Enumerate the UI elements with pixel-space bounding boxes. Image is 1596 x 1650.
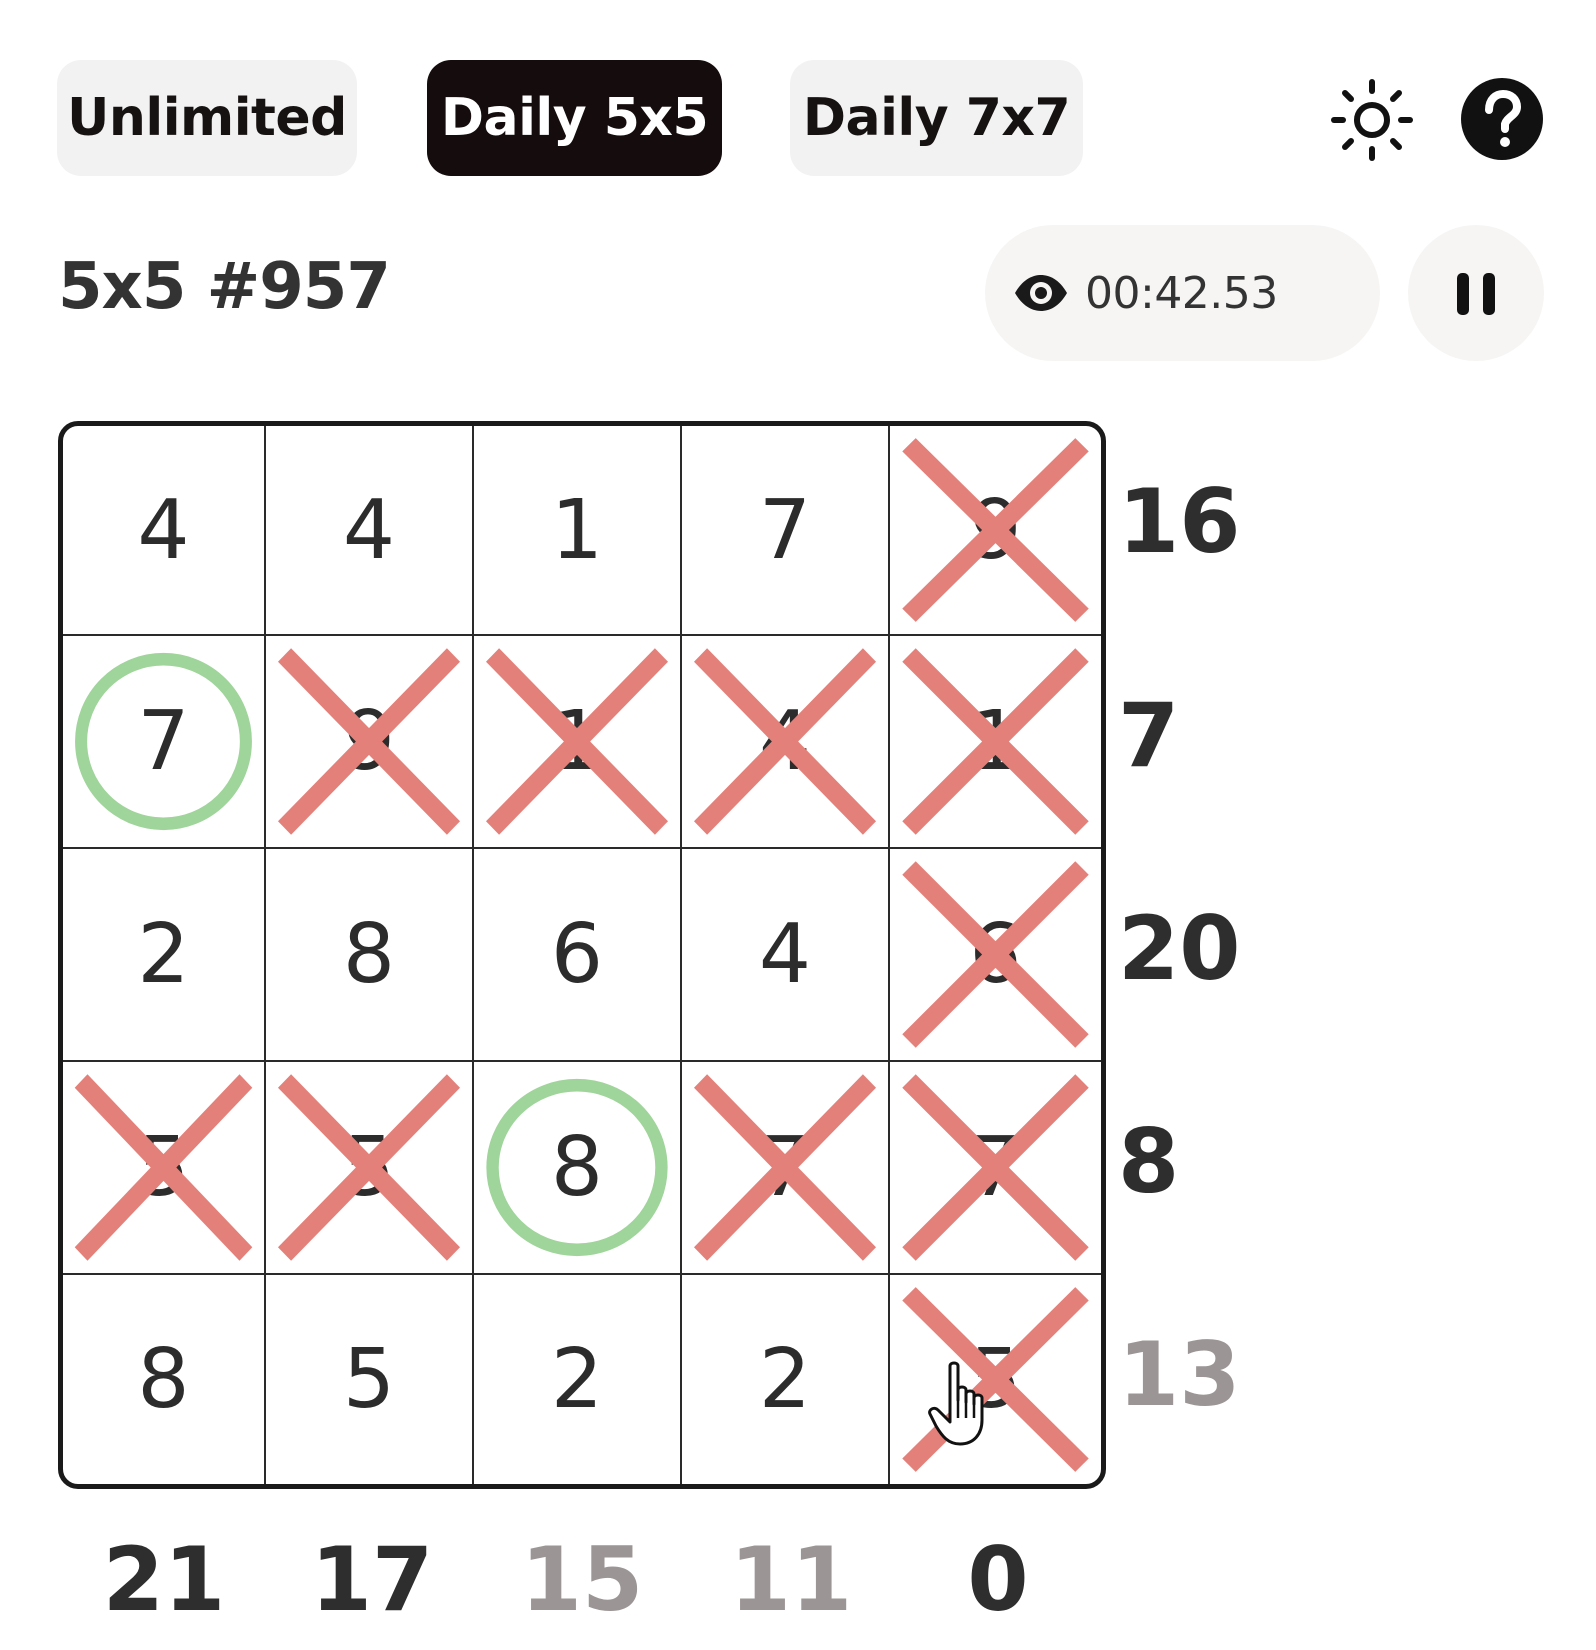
cell-number: 8 xyxy=(137,1332,190,1427)
grid-cell[interactable]: 1 xyxy=(890,636,1101,849)
column-sum: 17 xyxy=(310,1528,434,1631)
timer-value: 00:42.53 xyxy=(1085,267,1278,319)
grid-cell[interactable]: 1 xyxy=(474,426,682,636)
grid-cell[interactable]: 2 xyxy=(63,849,266,1062)
cell-number: 4 xyxy=(758,907,812,1002)
cell-number: 7 xyxy=(758,1120,812,1215)
tab-daily-5x5[interactable]: Daily 5x5 xyxy=(427,60,722,176)
grid-cell[interactable]: 7 xyxy=(63,636,266,849)
cell-number: 7 xyxy=(137,694,190,789)
row-sum: 8 xyxy=(1118,1110,1180,1213)
grid-cell[interactable]: 7 xyxy=(890,1062,1101,1275)
grid-cell[interactable]: 4 xyxy=(63,426,266,636)
grid-cell[interactable]: 4 xyxy=(266,426,474,636)
cell-number: 4 xyxy=(342,482,396,578)
sun-icon xyxy=(1331,79,1413,161)
grid-cell[interactable]: 9 xyxy=(890,426,1101,636)
cell-number: 9 xyxy=(969,482,1022,578)
cell-number: 8 xyxy=(550,1120,604,1215)
pause-button[interactable] xyxy=(1408,225,1544,361)
column-sum: 0 xyxy=(967,1528,1029,1631)
cell-number: 2 xyxy=(758,1332,812,1427)
cell-number: 5 xyxy=(342,1332,396,1427)
grid-cell[interactable]: 5 xyxy=(266,1275,474,1484)
grid-cell[interactable]: 5 xyxy=(63,1062,266,1275)
grid-cell[interactable]: 8 xyxy=(266,849,474,1062)
row-sum: 7 xyxy=(1118,684,1180,787)
cell-number: 8 xyxy=(342,907,396,1002)
grid-cell[interactable]: 5 xyxy=(266,1062,474,1275)
column-sum: 21 xyxy=(102,1528,226,1631)
grid-cell[interactable]: 2 xyxy=(682,1275,890,1484)
cell-number: 6 xyxy=(969,907,1022,1002)
grid-cell[interactable]: 1 xyxy=(474,636,682,849)
cell-number: 2 xyxy=(137,907,190,1002)
cell-number: 9 xyxy=(342,694,396,789)
tab-unlimited[interactable]: Unlimited xyxy=(57,60,357,176)
cell-number: 1 xyxy=(550,482,604,578)
timer-pill[interactable]: 00:42.53 xyxy=(985,225,1380,361)
puzzle-grid: 4417979141286465587785225 xyxy=(58,421,1106,1489)
row-sum: 16 xyxy=(1118,470,1241,573)
theme-toggle-button[interactable] xyxy=(1330,78,1414,162)
grid-cell[interactable]: 6 xyxy=(474,849,682,1062)
grid-cell[interactable]: 9 xyxy=(266,636,474,849)
cell-number: 6 xyxy=(550,907,604,1002)
cell-number: 7 xyxy=(969,1120,1022,1215)
grid-cell[interactable]: 8 xyxy=(474,1062,682,1275)
grid-cell[interactable]: 4 xyxy=(682,849,890,1062)
row-sum: 13 xyxy=(1118,1323,1241,1426)
cell-number: 7 xyxy=(758,482,812,578)
cell-number: 5 xyxy=(137,1120,190,1215)
grid-cell[interactable]: 4 xyxy=(682,636,890,849)
row-sum: 20 xyxy=(1118,897,1241,1000)
grid-cell[interactable]: 8 xyxy=(63,1275,266,1484)
grid-cell[interactable]: 7 xyxy=(682,1062,890,1275)
cell-number: 4 xyxy=(758,694,812,789)
hand-cursor-icon xyxy=(928,1360,1000,1452)
grid-cell[interactable]: 7 xyxy=(682,426,890,636)
help-button[interactable] xyxy=(1460,77,1544,161)
cell-number: 1 xyxy=(969,694,1022,789)
eye-icon xyxy=(1015,275,1067,311)
column-sum: 15 xyxy=(520,1528,644,1631)
grid-cell[interactable]: 2 xyxy=(474,1275,682,1484)
cell-number: 5 xyxy=(342,1120,396,1215)
cell-number: 1 xyxy=(550,694,604,789)
cell-number: 2 xyxy=(550,1332,604,1427)
tab-daily-7x7[interactable]: Daily 7x7 xyxy=(790,60,1083,176)
column-sum: 11 xyxy=(729,1528,853,1631)
puzzle-title: 5x5 #957 xyxy=(58,250,391,324)
cell-number: 4 xyxy=(137,482,190,578)
question-mark-icon xyxy=(1461,78,1543,160)
pause-icon xyxy=(1457,273,1495,315)
grid-cell[interactable]: 6 xyxy=(890,849,1101,1062)
